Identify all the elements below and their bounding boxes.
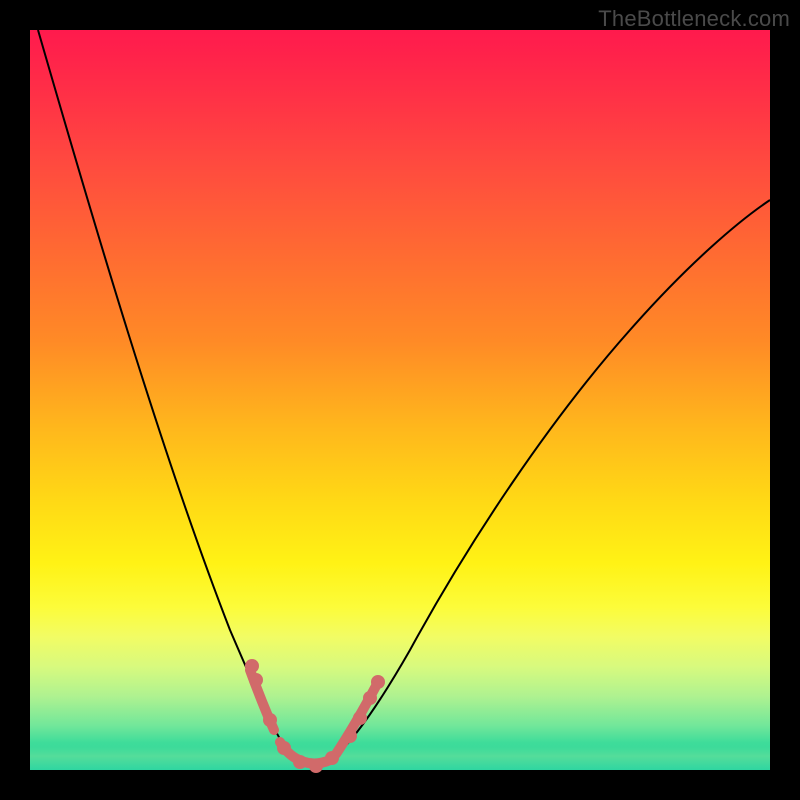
marker-dot bbox=[293, 755, 307, 769]
chart-frame: TheBottleneck.com bbox=[0, 0, 800, 800]
curve-layer bbox=[30, 30, 770, 770]
marker-dot bbox=[363, 691, 377, 705]
marker-dot bbox=[277, 741, 291, 755]
bottleneck-curve bbox=[38, 30, 770, 767]
marker-dot bbox=[263, 713, 277, 727]
plot-area bbox=[30, 30, 770, 770]
marker-dot bbox=[371, 675, 385, 689]
watermark-text: TheBottleneck.com bbox=[598, 6, 790, 32]
marker-dot bbox=[245, 659, 259, 673]
marker-dot bbox=[309, 759, 323, 773]
marker-dot bbox=[353, 711, 367, 725]
marker-dot bbox=[325, 751, 339, 765]
marker-dot bbox=[249, 673, 263, 687]
marker-dot bbox=[343, 729, 357, 743]
